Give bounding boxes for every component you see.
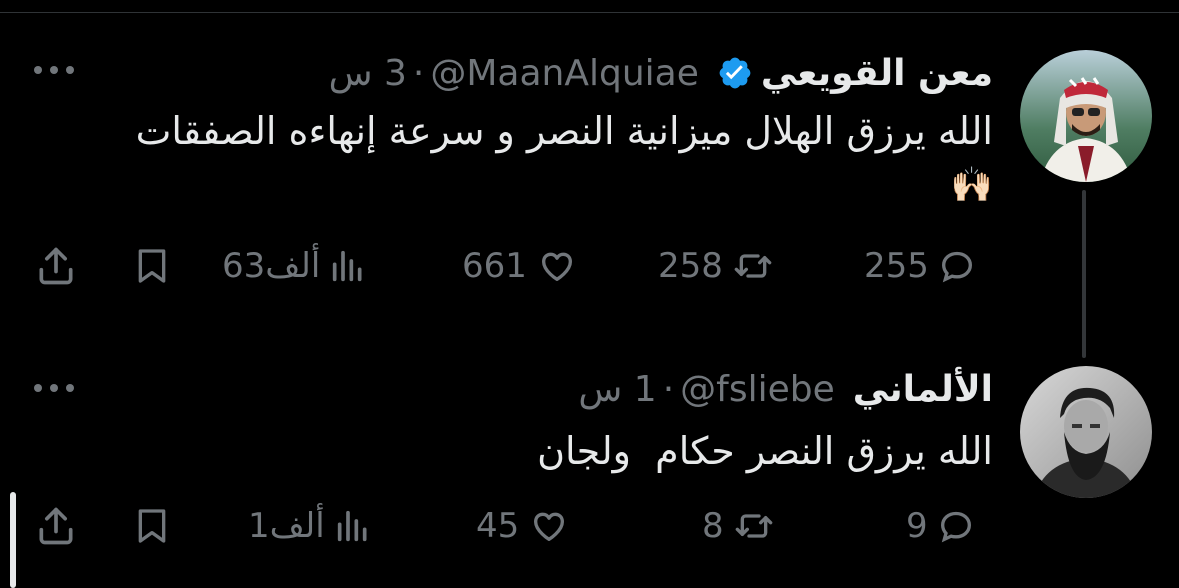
- like-icon: [534, 512, 565, 541]
- bookmark-icon: [138, 509, 166, 543]
- more-icon[interactable]: [32, 378, 76, 398]
- views-icon: [337, 510, 367, 542]
- tweet-time[interactable]: 1 س: [578, 369, 656, 410]
- share-icon: [39, 247, 73, 285]
- share-button[interactable]: [34, 236, 78, 296]
- scroll-indicator: [10, 492, 16, 588]
- tweet-text: الله يرزق الهلال ميزانية النصر و سرعة إن…: [93, 104, 993, 212]
- reply-count: 255: [864, 246, 929, 286]
- like-icon: [541, 252, 572, 281]
- top-divider: [0, 12, 1179, 13]
- separator-dot: ·: [412, 52, 425, 94]
- like-button[interactable]: 661: [462, 236, 579, 296]
- tweet-2-actions: 9 8 45 1ألف: [0, 496, 1179, 556]
- reply-count: 9: [906, 506, 928, 546]
- retweet-count: 258: [658, 246, 723, 286]
- author-name[interactable]: الألماني: [853, 369, 993, 410]
- avatar-tweet-1[interactable]: [1020, 50, 1152, 182]
- tweet-text-line: الله يرزق النصر حكام ولجان: [537, 429, 993, 473]
- like-count: 661: [462, 246, 527, 286]
- tweet-1-header: معن القويعي @MaanAlquiae · 3 س: [329, 50, 993, 96]
- views-count: 63ألف: [222, 246, 321, 286]
- retweet-button[interactable]: 258: [658, 236, 775, 296]
- reply-icon: [940, 511, 971, 543]
- bookmark-icon: [138, 249, 166, 283]
- like-count: 45: [476, 506, 520, 546]
- reply-button[interactable]: 255: [864, 236, 977, 296]
- tweet-text-line: الله يرزق الهلال ميزانية النصر و سرعة إن…: [135, 109, 993, 153]
- views-count: 1ألف: [248, 506, 325, 546]
- author-handle[interactable]: @fsliebe: [680, 369, 835, 410]
- share-button[interactable]: [34, 496, 78, 556]
- verified-badge-icon: [719, 57, 751, 89]
- author-name[interactable]: معن القويعي: [761, 53, 993, 94]
- retweet-icon: [734, 254, 772, 278]
- tweet-time[interactable]: 3 س: [329, 53, 407, 94]
- views-button[interactable]: 1ألف: [248, 496, 373, 556]
- tweet-1-actions: 255 258 661 63ألف: [0, 236, 1179, 296]
- tweet-text: الله يرزق النصر حكام ولجان: [93, 424, 993, 478]
- views-button[interactable]: 63ألف: [222, 236, 368, 296]
- tweet-2-header: الألماني @fsliebe · 1 س: [578, 366, 993, 412]
- retweet-icon: [735, 514, 772, 538]
- share-icon: [39, 507, 73, 545]
- author-handle[interactable]: @MaanAlquiae: [430, 53, 699, 94]
- reply-icon: [941, 251, 972, 283]
- bookmark-button[interactable]: [132, 236, 172, 296]
- retweet-button[interactable]: 8: [702, 496, 776, 556]
- avatar-tweet-2[interactable]: [1020, 366, 1152, 498]
- bookmark-button[interactable]: [132, 496, 172, 556]
- like-button[interactable]: 45: [476, 496, 571, 556]
- retweet-count: 8: [702, 506, 724, 546]
- tweet-emoji: 🙌🏻: [950, 165, 993, 205]
- more-icon[interactable]: [32, 60, 76, 80]
- separator-dot: ·: [662, 368, 675, 410]
- views-icon: [333, 250, 362, 282]
- reply-button[interactable]: 9: [906, 496, 976, 556]
